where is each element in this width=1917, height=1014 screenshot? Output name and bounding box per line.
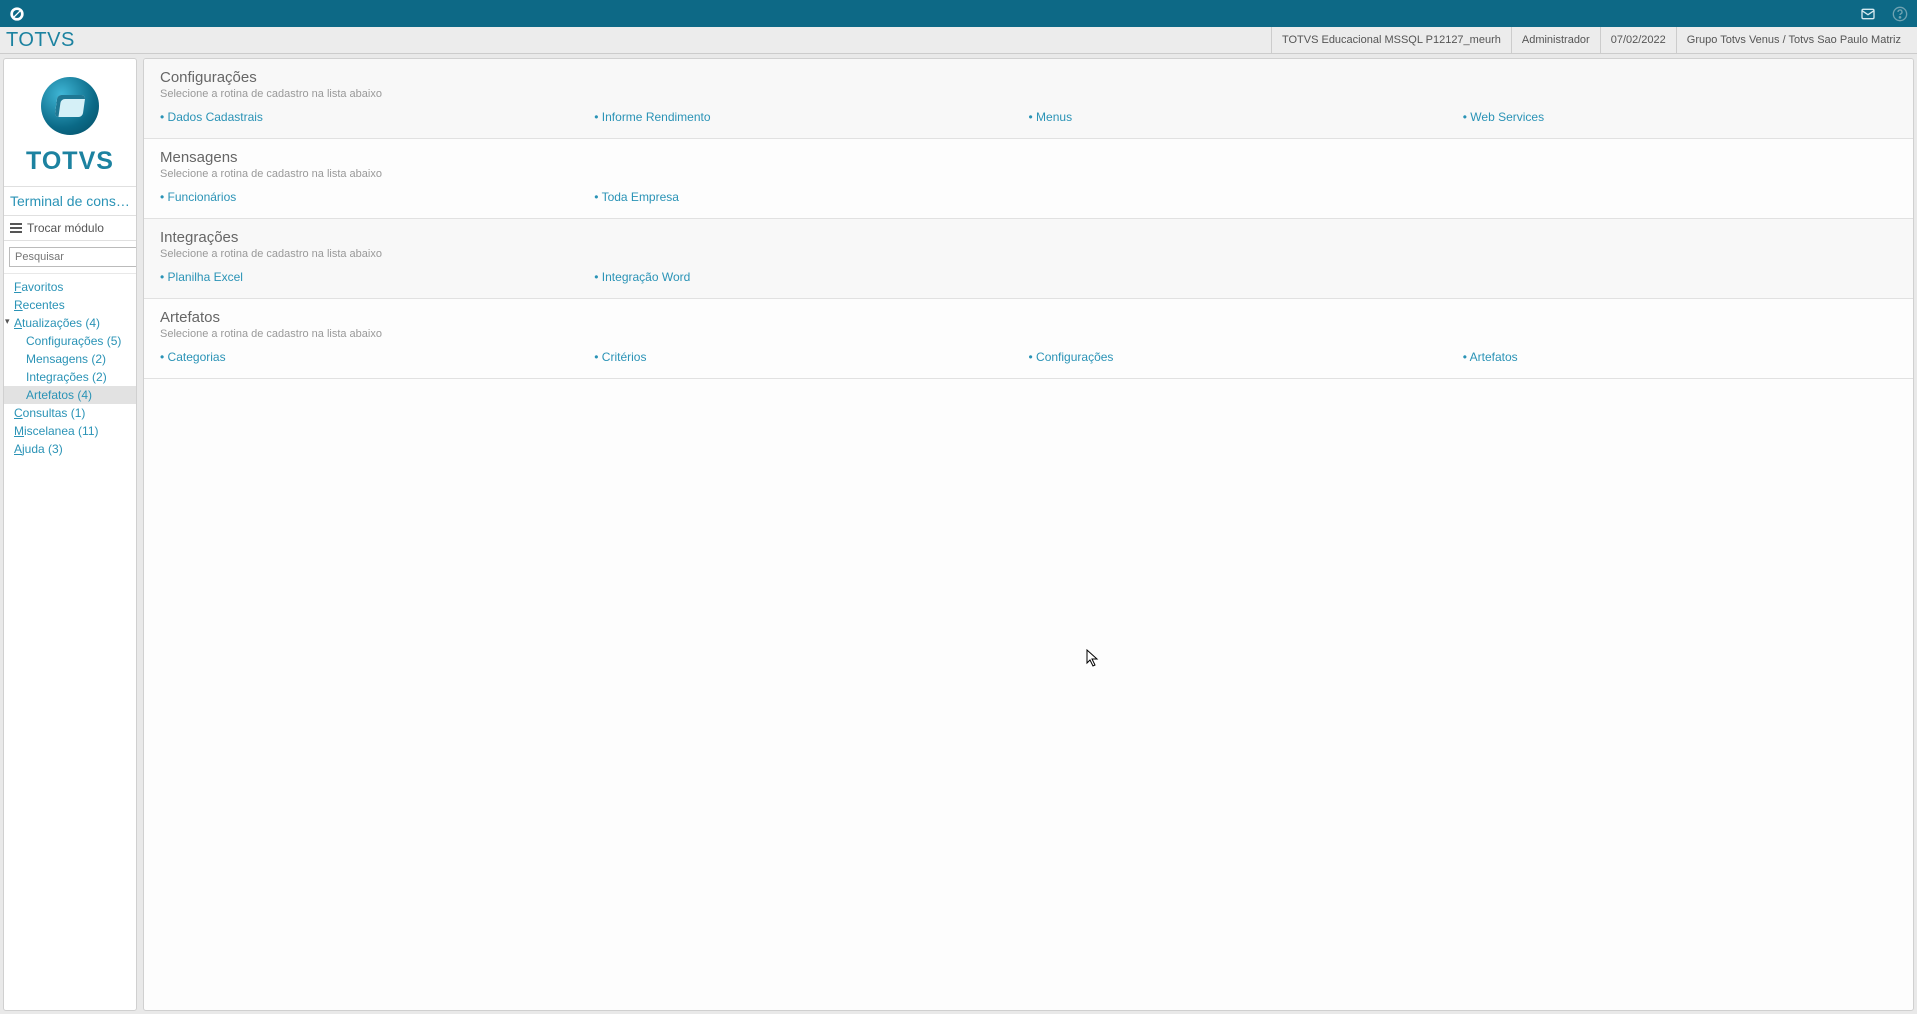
section-subtitle: Selecione a rotina de cadastro na lista … — [160, 328, 1897, 340]
topbar — [0, 0, 1917, 27]
nav-sub-integracoes[interactable]: Integrações (2) — [4, 368, 136, 386]
header-bar: TOTVS TOTVS Educacional MSSQL P12127_meu… — [0, 27, 1917, 54]
nav-miscelanea[interactable]: Miscelanea (11) — [4, 422, 136, 440]
logo-text: TOTVS — [26, 147, 114, 176]
header-info: TOTVS Educacional MSSQL P12127_meurh Adm… — [1271, 27, 1911, 53]
section-1: Mensagens Selecione a rotina de cadastro … — [144, 139, 1913, 219]
link-item[interactable]: Integração Word — [594, 270, 690, 284]
section-subtitle: Selecione a rotina de cadastro na lista … — [160, 88, 1897, 100]
nav-atualizacoes[interactable]: Atualizações (4) — [4, 314, 136, 332]
nav-favoritos[interactable]: Favoritos — [4, 278, 136, 296]
brand-text: TOTVS — [6, 29, 75, 52]
nav-ajuda[interactable]: Ajuda (3) — [4, 440, 136, 458]
section-title: Integrações — [160, 229, 1897, 246]
logo-icon — [41, 77, 99, 135]
search-input[interactable] — [9, 247, 137, 267]
nav-recentes[interactable]: Recentes — [4, 296, 136, 314]
switch-module-label: Trocar módulo — [27, 221, 104, 235]
link-item[interactable]: Web Services — [1463, 110, 1544, 124]
section-2: Integrações Selecione a rotina de cadastr… — [144, 219, 1913, 299]
section-links: Dados Cadastrais Informe Rendimento Menus W… — [160, 110, 1897, 124]
link-item[interactable]: Menus — [1029, 110, 1073, 124]
section-links: Funcionários Toda Empresa — [160, 190, 1897, 204]
link-item[interactable]: Toda Empresa — [594, 190, 679, 204]
section-title: Configurações — [160, 69, 1897, 86]
section-title: Mensagens — [160, 149, 1897, 166]
module-name[interactable]: Terminal de consul... — [4, 186, 136, 216]
section-title: Artefatos — [160, 309, 1897, 326]
header-user: Administrador — [1511, 27, 1600, 53]
sidebar: TOTVS Terminal de consul... Trocar módul… — [3, 58, 137, 1011]
header-env: TOTVS Educacional MSSQL P12127_meurh — [1271, 27, 1511, 53]
nav-sub-artefatos[interactable]: Artefatos (4) — [4, 386, 136, 404]
content-area: Configurações Selecione a rotina de cadas… — [143, 58, 1914, 1011]
app-logo-icon[interactable] — [8, 5, 26, 23]
nav-sub-configuracoes[interactable]: Configurações (5) — [4, 332, 136, 350]
header-date: 07/02/2022 — [1600, 27, 1676, 53]
switch-module-button[interactable]: Trocar módulo — [4, 216, 136, 241]
link-item[interactable]: Informe Rendimento — [594, 110, 710, 124]
link-item[interactable]: Critérios — [594, 350, 646, 364]
link-item[interactable]: Categorias — [160, 350, 226, 364]
link-item[interactable]: Configurações — [1029, 350, 1114, 364]
section-links: Planilha Excel Integração Word — [160, 270, 1897, 284]
link-item[interactable]: Funcionários — [160, 190, 236, 204]
nav-tree: Favoritos Recentes Atualizações (4) Conf… — [4, 274, 136, 458]
link-item[interactable]: Artefatos — [1463, 350, 1518, 364]
link-item[interactable]: Dados Cadastrais — [160, 110, 263, 124]
section-3: Artefatos Selecione a rotina de cadastro … — [144, 299, 1913, 379]
section-links: Categorias Critérios Configurações Artefato… — [160, 350, 1897, 364]
section-subtitle: Selecione a rotina de cadastro na lista … — [160, 168, 1897, 180]
nav-sub-mensagens[interactable]: Mensagens (2) — [4, 350, 136, 368]
mail-icon[interactable] — [1859, 5, 1877, 23]
section-0: Configurações Selecione a rotina de cadas… — [144, 59, 1913, 139]
link-item[interactable]: Planilha Excel — [160, 270, 243, 284]
help-icon[interactable] — [1891, 5, 1909, 23]
header-group: Grupo Totvs Venus / Totvs Sao Paulo Matr… — [1676, 27, 1911, 53]
logo-area: TOTVS — [4, 59, 136, 186]
hamburger-icon — [10, 223, 22, 233]
nav-consultas[interactable]: Consultas (1) — [4, 404, 136, 422]
section-subtitle: Selecione a rotina de cadastro na lista … — [160, 248, 1897, 260]
